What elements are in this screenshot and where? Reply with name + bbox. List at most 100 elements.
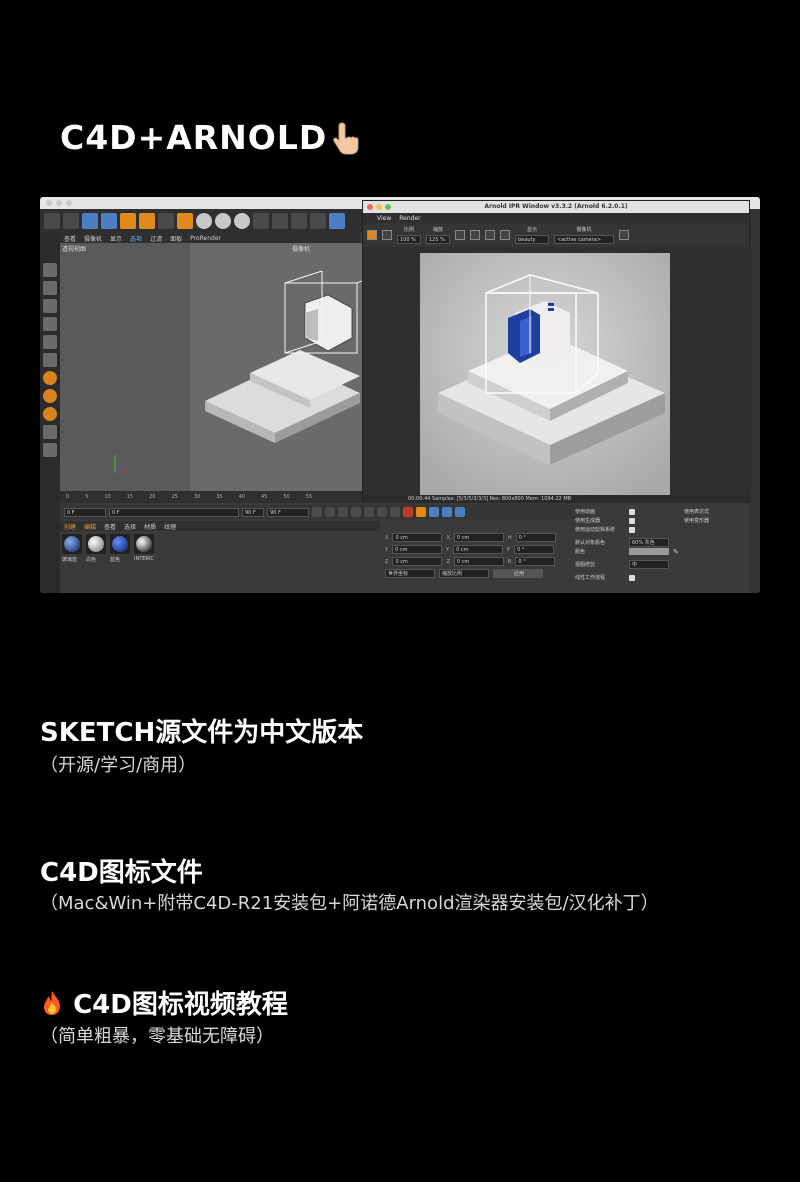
rotation-field[interactable]: 0 ° [514,545,555,554]
x-axis-icon[interactable] [196,213,212,229]
redo-icon[interactable] [63,213,79,229]
select-icon[interactable] [82,213,98,229]
zoom-field[interactable]: 125 % [426,235,450,244]
coord-mode-select[interactable]: 世界坐标 [385,569,435,578]
size-field[interactable]: 0 cm [453,533,504,542]
material-menu-item[interactable]: 纹理 [164,522,176,531]
viewport-menu-item[interactable]: ProRender [190,235,221,242]
display-select[interactable]: beauty [515,235,549,244]
zoom-dot-icon[interactable] [385,204,391,210]
play-render-icon[interactable] [367,230,377,240]
checkbox[interactable] [629,574,635,581]
floor-icon[interactable] [43,443,57,457]
size-field[interactable]: 0 cm [453,545,504,554]
rotate-icon[interactable] [139,213,155,229]
snapshot-camera-icon[interactable] [619,230,629,240]
edge-mode-icon[interactable] [43,317,57,331]
window-dot[interactable] [46,200,52,206]
frame-max-field[interactable]: 90 F [267,507,309,517]
minimize-dot-icon[interactable] [376,204,382,210]
render-view-icon[interactable] [272,213,288,229]
viewport-menu-item[interactable]: 查看 [64,234,76,243]
frame-start-field[interactable]: 0 F [64,507,106,517]
material-menu-item[interactable]: 选择 [124,522,136,531]
viewport-menu-item[interactable]: 显示 [110,234,122,243]
rotation-field[interactable]: 0 ° [515,557,556,566]
render-picture-viewer-icon[interactable] [291,213,307,229]
material-swatch[interactable] [110,534,130,554]
record-icon[interactable] [403,507,413,517]
viewport-menu-item[interactable]: 过滤 [150,234,162,243]
position-field[interactable]: 0 cm [392,545,443,554]
lock-icon[interactable] [485,230,495,240]
position-field[interactable]: 0 cm [392,557,443,566]
viewport-camera-label[interactable]: 摄像机 [292,244,310,253]
close-dot-icon[interactable] [367,204,373,210]
keyframe-param-icon[interactable] [455,507,465,517]
z-axis-icon[interactable] [234,213,250,229]
prev-frame-icon[interactable] [338,507,348,517]
arnold-menu-item[interactable]: Render [399,215,420,222]
go-start-icon[interactable] [312,507,322,517]
keyframe-move-icon[interactable] [429,507,439,517]
frame-current-field[interactable]: 0 F [109,507,239,517]
viewport-menu-item[interactable]: 选项 [130,234,142,243]
snap-icon[interactable] [43,371,57,385]
size-field[interactable]: 0 cm [453,557,504,566]
solo-icon[interactable] [43,407,57,421]
size-mode-select[interactable]: 缩放比例 [439,569,489,578]
material-menu-item[interactable]: 查看 [104,522,116,531]
cube-icon[interactable] [329,213,345,229]
default-color-select[interactable]: 60% 灰色 [629,538,669,547]
y-axis-icon[interactable] [215,213,231,229]
viewport-menu-item[interactable]: 面板 [170,234,182,243]
camera-select[interactable]: <active camera> [554,235,614,244]
checkbox[interactable] [629,508,635,515]
render-settings-icon[interactable] [310,213,326,229]
region-icon[interactable] [455,230,465,240]
texture-mode-icon[interactable] [43,281,57,295]
material-menu-item[interactable]: 材质 [144,522,156,531]
window-dot[interactable] [56,200,62,206]
axis-mode-icon[interactable] [43,353,57,367]
move-icon[interactable] [101,213,117,229]
window-dot[interactable] [66,200,72,206]
next-frame-icon[interactable] [364,507,374,517]
workplane-icon[interactable] [43,389,57,403]
color-swatch[interactable] [629,548,669,555]
scale-icon[interactable] [120,213,136,229]
next-key-icon[interactable] [377,507,387,517]
play-icon[interactable] [351,507,361,517]
go-end-icon[interactable] [390,507,400,517]
arnold-render-view[interactable] [363,247,751,499]
recent-tool-icon[interactable] [158,213,174,229]
material-swatch[interactable] [86,534,106,554]
keyframe-scale-icon[interactable] [442,507,452,517]
material-menu-item[interactable]: 创建 [64,522,76,531]
frame-end-field[interactable]: 90 F [242,507,264,517]
model-mode-icon[interactable] [43,263,57,277]
coordinate-system-icon[interactable] [253,213,269,229]
right-side-tabs[interactable] [750,209,760,593]
position-field[interactable]: 0 cm [392,533,443,542]
checkbox[interactable] [629,526,635,533]
checkbox[interactable] [629,517,635,524]
undo-icon[interactable] [44,213,60,229]
crop-icon[interactable] [470,230,480,240]
object-icon[interactable] [177,213,193,229]
arnold-menu-item[interactable]: View [377,215,391,222]
pause-render-icon[interactable] [382,230,392,240]
apply-button[interactable]: 应用 [493,569,543,578]
autokey-icon[interactable] [416,507,426,517]
material-menu-item[interactable]: 编辑 [84,522,96,531]
prev-key-icon[interactable] [325,507,335,517]
point-mode-icon[interactable] [43,299,57,313]
material-swatch[interactable] [134,534,154,554]
timeline-ruler[interactable]: 0 5 10 15 20 25 30 35 40 45 50 55 [60,491,362,503]
material-swatch[interactable] [62,534,82,554]
viewport-menu-item[interactable]: 摄像机 [84,234,102,243]
scale-field[interactable]: 100 % [397,235,421,244]
eyedropper-icon[interactable]: ✎ [673,548,679,556]
debug-icon[interactable] [500,230,510,240]
view-clip-select[interactable]: 中 [629,560,669,569]
